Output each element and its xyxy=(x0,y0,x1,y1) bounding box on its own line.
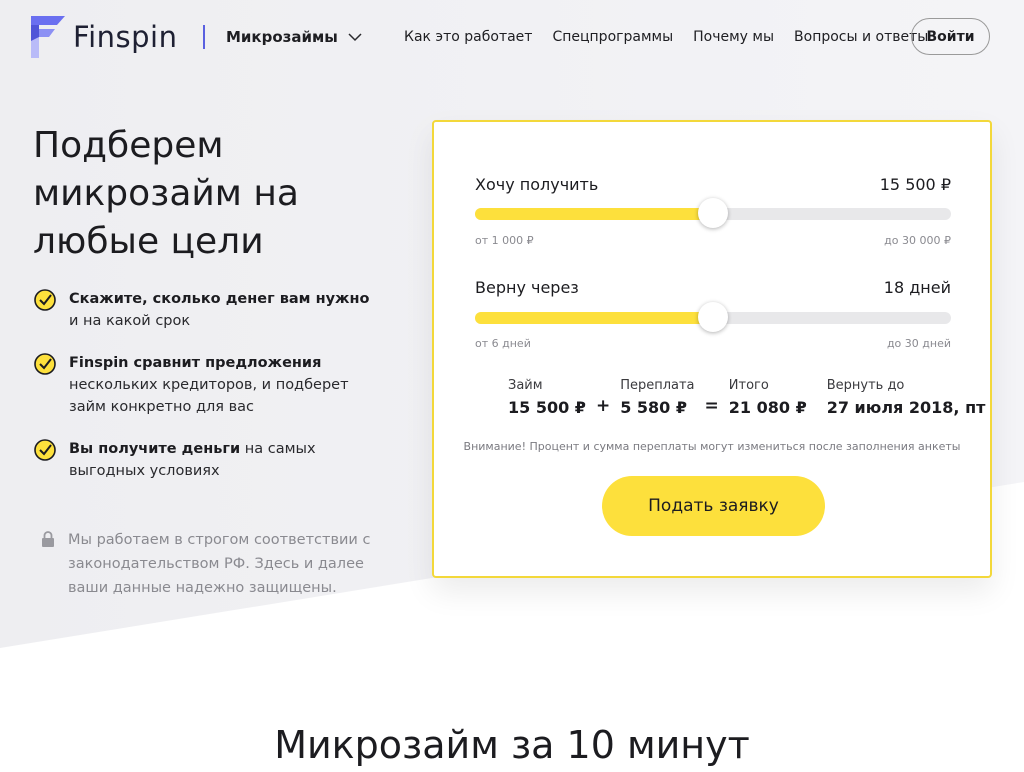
hero-title: Подберем микрозайм на любые цели xyxy=(33,125,299,262)
list-item: Finspin сравнит предложения нескольких к… xyxy=(33,352,383,418)
summary-overpay: Переплата 5 580 ₽ xyxy=(620,378,694,417)
term-slider[interactable] xyxy=(475,302,951,332)
amount-range: от 1 000 ₽ до 30 000 ₽ xyxy=(475,234,951,247)
header-divider xyxy=(203,25,205,49)
term-slider-handle[interactable] xyxy=(698,302,728,332)
security-note: Мы работаем в строгом соответствии с зак… xyxy=(40,528,390,600)
term-label: Верну через xyxy=(475,278,579,297)
summary-return-label: Вернуть до xyxy=(826,378,905,393)
term-range: от 6 дней до 30 дней xyxy=(475,337,951,350)
check-circle-icon xyxy=(34,353,56,375)
summary-return: Вернуть до 27 июля 2018, пт xyxy=(827,378,986,417)
nav-faq[interactable]: Вопросы и ответы xyxy=(794,29,928,45)
summary-overpay-value: 5 580 ₽ xyxy=(620,398,687,417)
summary-loan-label: Займ xyxy=(508,378,543,393)
summary-loan-value: 15 500 ₽ xyxy=(508,398,586,417)
term-slider-fill xyxy=(475,312,713,324)
lock-icon xyxy=(42,531,54,547)
nav-why-us[interactable]: Почему мы xyxy=(693,29,774,45)
amount-value: 15 500 ₽ xyxy=(879,175,951,194)
feature-bold: Скажите, сколько денег вам нужно xyxy=(69,291,370,307)
summary-total-value: 21 080 ₽ xyxy=(728,398,807,417)
term-min-label: от 6 дней xyxy=(475,337,531,350)
list-item: Скажите, сколько денег вам нужно и на ка… xyxy=(33,288,383,332)
amount-slider-handle[interactable] xyxy=(698,198,728,228)
rate-notice: Внимание! Процент и сумма переплаты могу… xyxy=(463,440,961,453)
amount-slider[interactable] xyxy=(475,198,951,228)
feature-bold: Вы получите деньги xyxy=(69,441,241,457)
main-nav: Как это работает Спецпрограммы Почему мы… xyxy=(404,29,948,45)
term-value: 18 дней xyxy=(883,278,951,297)
summary-loan: Займ 15 500 ₽ xyxy=(508,378,586,417)
plus-sign: + xyxy=(595,396,611,416)
feature-list: Скажите, сколько денег вам нужно и на ка… xyxy=(33,288,383,502)
nav-how-it-works[interactable]: Как это работает xyxy=(404,29,532,45)
section-title: Микрозайм за 10 минут xyxy=(274,723,750,767)
finspin-logo-icon xyxy=(31,16,65,58)
login-button[interactable]: Войти xyxy=(911,18,990,55)
amount-row: Хочу получить 15 500 ₽ xyxy=(475,175,951,194)
feature-bold: Finspin сравнит предложения xyxy=(69,355,322,371)
summary-overpay-label: Переплата xyxy=(620,378,695,393)
amount-max-label: до 30 000 ₽ xyxy=(884,234,951,247)
check-circle-icon xyxy=(34,439,56,461)
list-item: Вы получите деньги на самых выгодных усл… xyxy=(33,438,383,482)
security-note-text: Мы работаем в строгом соответствии с зак… xyxy=(68,532,371,596)
logo[interactable]: Finspin xyxy=(31,16,177,58)
amount-min-label: от 1 000 ₽ xyxy=(475,234,534,247)
amount-label: Хочу получить xyxy=(475,175,599,194)
nav-special-programs[interactable]: Спецпрограммы xyxy=(552,29,673,45)
product-dropdown[interactable]: Микрозаймы xyxy=(226,28,362,46)
summary-total-label: Итого xyxy=(728,378,769,393)
feature-text: нескольких кредиторов, и подберет займ к… xyxy=(69,377,349,415)
summary-total: Итого 21 080 ₽ xyxy=(729,378,807,417)
term-row: Верну через 18 дней xyxy=(475,278,951,297)
product-dropdown-label: Микрозаймы xyxy=(226,28,338,46)
brand-name: Finspin xyxy=(73,20,178,54)
loan-calculator: Хочу получить 15 500 ₽ от 1 000 ₽ до 30 … xyxy=(432,120,992,578)
feature-text: и на какой срок xyxy=(69,313,191,329)
chevron-down-icon xyxy=(348,33,362,42)
submit-application-button[interactable]: Подать заявку xyxy=(602,476,825,536)
site-header: Finspin Микрозаймы Как это работает Спец… xyxy=(0,0,1024,76)
amount-slider-fill xyxy=(475,208,713,220)
term-max-label: до 30 дней xyxy=(886,337,951,350)
loan-summary: Займ 15 500 ₽ + Переплата 5 580 ₽ = Итог… xyxy=(508,378,985,417)
equals-sign: = xyxy=(704,396,719,416)
check-circle-icon xyxy=(34,289,56,311)
summary-return-value: 27 июля 2018, пт xyxy=(826,398,986,417)
